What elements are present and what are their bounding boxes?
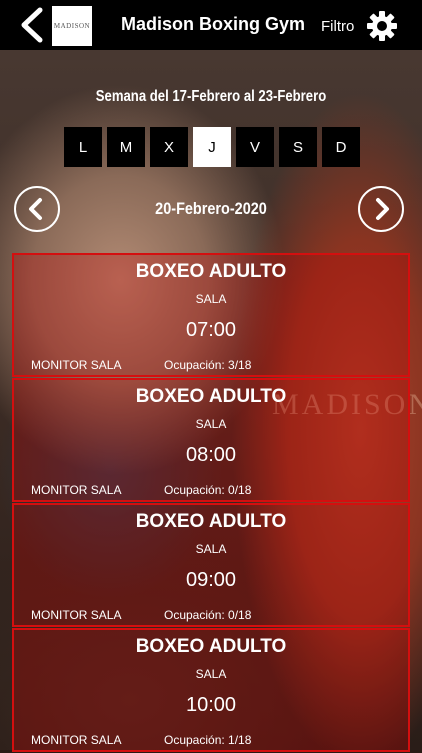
class-title: BOXEO ADULTO [135,511,287,532]
class-room: SALA [195,417,227,431]
day-button-friday[interactable]: V [236,127,274,167]
settings-button[interactable] [366,10,398,42]
gear-icon [367,11,397,41]
class-title: BOXEO ADULTO [135,636,287,657]
class-title: BOXEO ADULTO [135,386,287,407]
class-time: 07:00 [185,319,237,341]
day-button-thursday[interactable]: J [193,127,231,167]
current-date: 20-Febrero-2020 [155,199,267,218]
day-button-wednesday[interactable]: X [150,127,188,167]
class-monitor: MONITOR SALA [31,483,122,497]
next-day-button[interactable] [358,186,404,232]
day-button-saturday[interactable]: S [279,127,317,167]
day-button-monday[interactable]: L [64,127,102,167]
class-room: SALA [195,667,227,681]
class-monitor: MONITOR SALA [31,733,122,747]
class-monitor: MONITOR SALA [31,608,122,622]
class-time: 08:00 [185,444,237,466]
logo-text: MADISON [53,22,91,30]
chevron-right-icon [376,198,389,220]
chevron-left-icon [21,7,43,43]
top-bar: MADISON Madison Boxing Gym Filtro [0,0,422,50]
class-occupancy: Ocupación: 0/18 [164,483,252,497]
gym-logo: MADISON [52,6,92,46]
page-title: Madison Boxing Gym [120,14,306,34]
class-time: 09:00 [185,569,237,591]
class-occupancy: Ocupación: 1/18 [164,733,252,747]
day-button-sunday[interactable]: D [322,127,360,167]
class-occupancy: Ocupación: 3/18 [164,358,252,372]
class-room: SALA [195,292,227,306]
class-monitor: MONITOR SALA [31,358,122,372]
class-card[interactable]: BOXEO ADULTO SALA 07:00 MONITOR SALA Ocu… [12,253,410,377]
class-card[interactable]: BOXEO ADULTO SALA 10:00 MONITOR SALA Ocu… [12,628,410,752]
class-title: BOXEO ADULTO [135,261,287,282]
class-occupancy: Ocupación: 0/18 [164,608,252,622]
day-button-tuesday[interactable]: M [107,127,145,167]
class-card[interactable]: BOXEO ADULTO SALA 09:00 MONITOR SALA Ocu… [12,503,410,627]
day-selector: L M X J V S D [64,127,360,167]
class-list: BOXEO ADULTO SALA 07:00 MONITOR SALA Ocu… [12,253,410,753]
back-button[interactable] [18,7,46,43]
filter-button[interactable]: Filtro [321,18,354,35]
class-time: 10:00 [185,694,237,716]
class-room: SALA [195,542,227,556]
class-card[interactable]: BOXEO ADULTO SALA 08:00 MONITOR SALA Ocu… [12,378,410,502]
week-range-label: Semana del 17-Febrero al 23-Febrero [95,88,327,105]
